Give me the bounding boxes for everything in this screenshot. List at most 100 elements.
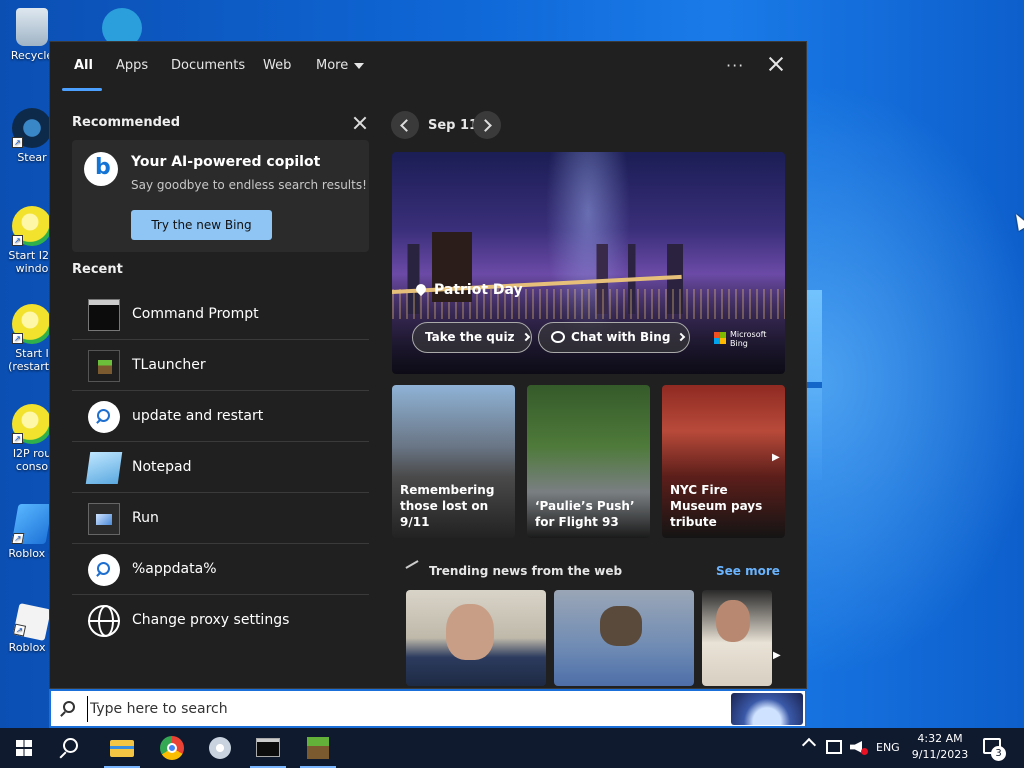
search-tabs: All Apps Documents Web More ··· [50, 42, 806, 92]
roblox-player-icon: ↗ [13, 603, 51, 641]
recent-item-label: Change proxy settings [132, 612, 290, 628]
chevron-right-icon [677, 332, 686, 342]
highlight-date: Sep 11 [428, 118, 479, 133]
hero-place-label: Patriot Day [413, 281, 523, 298]
taskbar-command-prompt[interactable] [244, 728, 292, 768]
news-card-remembering[interactable]: Remembering those lost on 9/11 [392, 385, 515, 538]
tab-web[interactable]: Web [263, 58, 291, 73]
next-day-button[interactable] [473, 111, 501, 139]
globe-icon [88, 605, 120, 637]
windows-logo-icon [16, 740, 32, 756]
input-language[interactable]: ENG [876, 741, 900, 768]
take-the-quiz-label: Take the quiz [425, 330, 515, 344]
recent-item-change-proxy-settings[interactable]: Change proxy settings [72, 595, 369, 646]
tab-apps[interactable]: Apps [116, 58, 148, 73]
start-button[interactable] [0, 728, 48, 768]
taskbar: ENG 4:32 AM 9/11/2023 3 [0, 728, 1024, 768]
brand-line-1: Microsoft [730, 330, 767, 339]
recent-list: Command Prompt TLauncher update and rest… [72, 289, 369, 646]
i2p-icon: ↗ [12, 404, 52, 444]
i2p-icon: ↗ [12, 206, 52, 246]
take-the-quiz-button[interactable]: Take the quiz [412, 322, 532, 353]
network-icon[interactable] [826, 740, 842, 754]
search-icon [88, 554, 120, 586]
news-card-paulies-push[interactable]: ‘Paulie’s Push’ for Flight 93 [527, 385, 650, 538]
tab-all[interactable]: All [74, 58, 93, 73]
trending-thumbnail[interactable] [702, 590, 772, 686]
try-new-bing-button[interactable]: Try the new Bing [131, 210, 272, 240]
trending-thumbnail[interactable] [406, 590, 546, 686]
search-highlight-image[interactable] [731, 693, 803, 725]
recent-item-tlauncher[interactable]: TLauncher [72, 340, 369, 391]
recent-item-command-prompt[interactable]: Command Prompt [72, 289, 369, 340]
roblox-studio-icon: ↗ [11, 504, 53, 544]
i2p-icon: ↗ [12, 304, 52, 344]
search-input[interactable] [87, 696, 687, 722]
taskbar-chrome[interactable] [148, 728, 196, 768]
close-icon[interactable] [766, 54, 786, 74]
search-icon [88, 401, 120, 433]
recent-item-label: update and restart [132, 408, 264, 424]
microsoft-bing-brand: Microsoft Bing [730, 330, 766, 348]
recent-item-notepad[interactable]: Notepad [72, 442, 369, 493]
recent-heading: Recent [72, 262, 123, 277]
trending-heading: Trending news from the web [429, 564, 623, 578]
see-more-link[interactable]: See more [716, 564, 780, 578]
tab-more[interactable]: More [316, 58, 365, 73]
shortcut-arrow-icon: ↗ [12, 433, 23, 444]
recent-item-label: Command Prompt [132, 306, 259, 322]
recent-item-run[interactable]: Run [72, 493, 369, 544]
brand-line-2: Bing [730, 339, 748, 348]
news-scroll-right-icon[interactable]: ▶ [772, 452, 782, 464]
caret-down-icon [354, 62, 365, 69]
file-explorer-icon [110, 740, 134, 757]
recent-item-appdata[interactable]: %appdata% [72, 544, 369, 595]
tlauncher-icon [88, 350, 120, 382]
steam-icon: ↗ [12, 108, 52, 148]
shortcut-arrow-icon: ↗ [11, 533, 25, 544]
copilot-title: Your AI-powered copilot [131, 154, 321, 170]
copilot-card: Your AI-powered copilot Say goodbye to e… [72, 140, 369, 252]
taskbar-file-explorer[interactable] [98, 728, 146, 768]
more-options-icon[interactable]: ··· [726, 56, 744, 75]
location-pin-icon [413, 281, 429, 297]
command-prompt-icon [256, 738, 280, 757]
clock-date: 9/11/2023 [911, 748, 969, 761]
active-tab-indicator [62, 88, 102, 91]
dismiss-recommended-icon[interactable] [352, 115, 368, 131]
chat-with-bing-button[interactable]: Chat with Bing [538, 322, 690, 353]
show-hidden-icons-chevron-icon[interactable] [801, 737, 817, 753]
bing-logo-icon [84, 152, 118, 186]
chrome-icon [160, 736, 184, 760]
taskbar-steam[interactable] [196, 728, 244, 768]
recent-item-update-and-restart[interactable]: update and restart [72, 391, 369, 442]
news-card-title: Remembering those lost on 9/11 [400, 483, 495, 529]
taskbar-minecraft[interactable] [294, 728, 342, 768]
trending-icon [405, 560, 423, 576]
mouse-cursor-icon [1010, 211, 1024, 231]
search-button[interactable] [48, 728, 96, 768]
shortcut-arrow-icon: ↗ [12, 235, 23, 246]
shortcut-arrow-icon: ↗ [12, 333, 23, 344]
clock-time: 4:32 AM [917, 732, 963, 745]
patriot-day-hero[interactable]: Patriot Day Take the quiz Chat with Bing… [392, 152, 785, 374]
news-card-fire-museum[interactable]: NYC Fire Museum pays tribute [662, 385, 785, 538]
tab-documents[interactable]: Documents [171, 58, 245, 73]
recent-item-label: Notepad [132, 459, 192, 475]
trending-thumbnail[interactable] [554, 590, 694, 686]
search-icon [63, 738, 78, 753]
notepad-icon [85, 452, 123, 484]
recommended-heading: Recommended [72, 115, 181, 130]
previous-day-button[interactable] [391, 111, 419, 139]
notification-count-badge: 3 [991, 746, 1006, 761]
recent-item-label: Run [132, 510, 159, 526]
steam-icon [209, 737, 231, 759]
copilot-subtitle: Say goodbye to endless search results! [131, 178, 367, 192]
news-card-title: ‘Paulie’s Push’ for Flight 93 [535, 499, 635, 529]
chat-bubble-icon [551, 331, 565, 343]
shortcut-arrow-icon: ↗ [13, 623, 27, 637]
clock[interactable]: 4:32 AM 9/11/2023 [910, 731, 970, 768]
trending-scroll-right-icon[interactable]: ▶ [773, 650, 781, 661]
taskbar-search-box[interactable] [49, 689, 807, 728]
recent-item-label: %appdata% [132, 561, 217, 577]
